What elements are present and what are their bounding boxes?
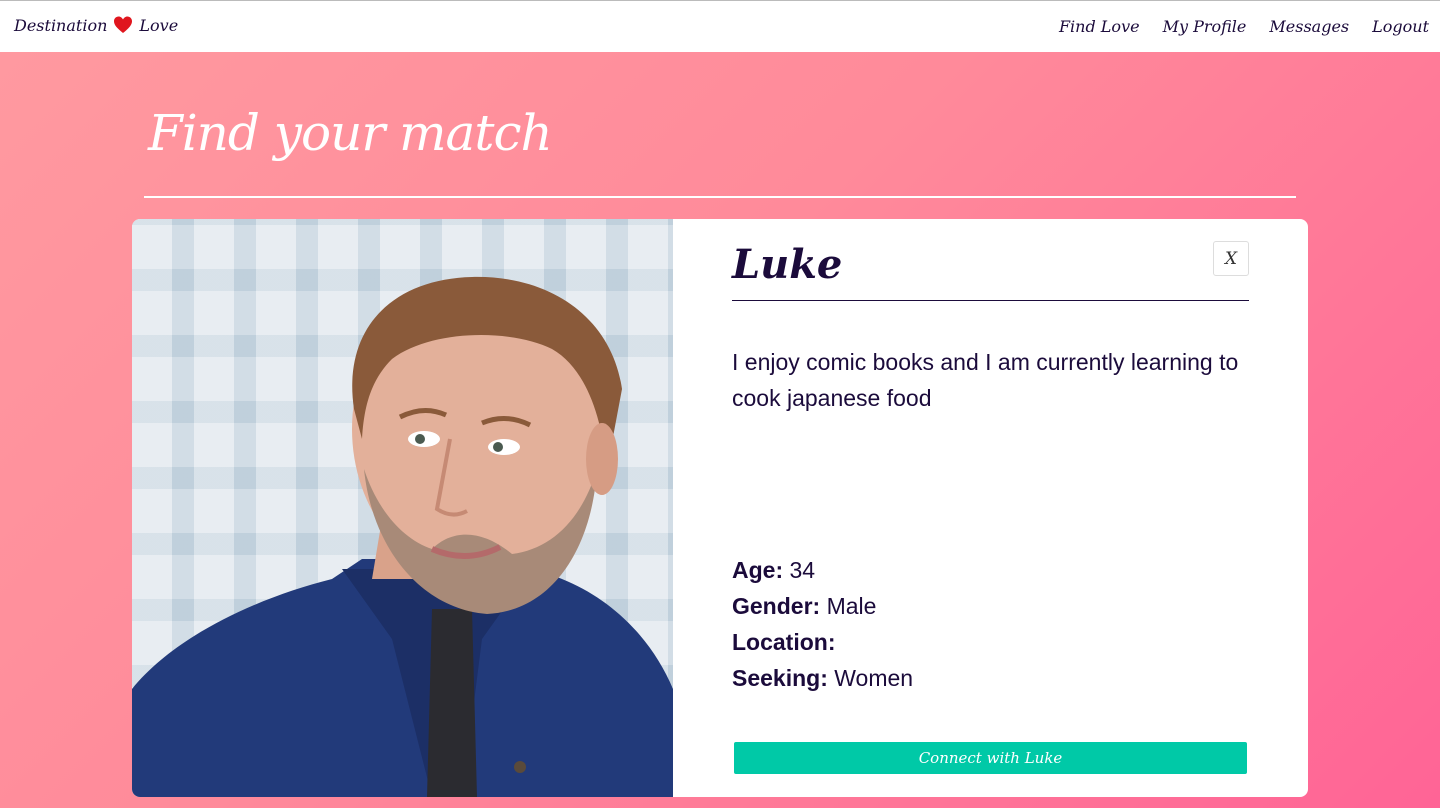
detail-age: Age: 34	[732, 552, 913, 588]
detail-location: Location:	[732, 624, 913, 660]
detail-label: Seeking:	[732, 665, 828, 691]
nav-my-profile[interactable]: My Profile	[1163, 17, 1247, 36]
detail-value: Women	[834, 665, 914, 691]
close-button[interactable]: X	[1213, 241, 1249, 276]
title-divider	[144, 196, 1296, 198]
detail-label: Location:	[732, 629, 836, 655]
brand-text-right: Love	[139, 15, 179, 35]
connect-button[interactable]: Connect with Luke	[734, 742, 1247, 774]
name-divider	[732, 300, 1249, 301]
profile-photo	[132, 219, 673, 797]
heart-icon	[113, 15, 133, 35]
nav-find-love[interactable]: Find Love	[1059, 17, 1140, 36]
page-title: Find your match	[148, 104, 553, 162]
nav-messages[interactable]: Messages	[1269, 17, 1349, 36]
detail-label: Gender:	[732, 593, 821, 619]
nav-links: Find Love My Profile Messages Logout	[1059, 17, 1429, 36]
profile-details: Age: 34 Gender: Male Location: Seeking: …	[732, 552, 913, 696]
detail-value: 34	[789, 557, 816, 583]
profile-card: Luke X I enjoy comic books and I am curr…	[132, 219, 1308, 797]
brand-logo[interactable]: Destination Love	[14, 15, 178, 35]
profile-name: Luke	[732, 241, 843, 288]
brand-text-left: Destination	[14, 15, 108, 35]
detail-seeking: Seeking: Women	[732, 660, 913, 696]
detail-value: Male	[826, 593, 877, 619]
profile-bio: I enjoy comic books and I am currently l…	[732, 349, 1239, 411]
detail-gender: Gender: Male	[732, 588, 913, 624]
navbar: Destination Love Find Love My Profile Me…	[0, 0, 1440, 52]
nav-logout[interactable]: Logout	[1372, 17, 1429, 36]
detail-label: Age:	[732, 557, 784, 583]
